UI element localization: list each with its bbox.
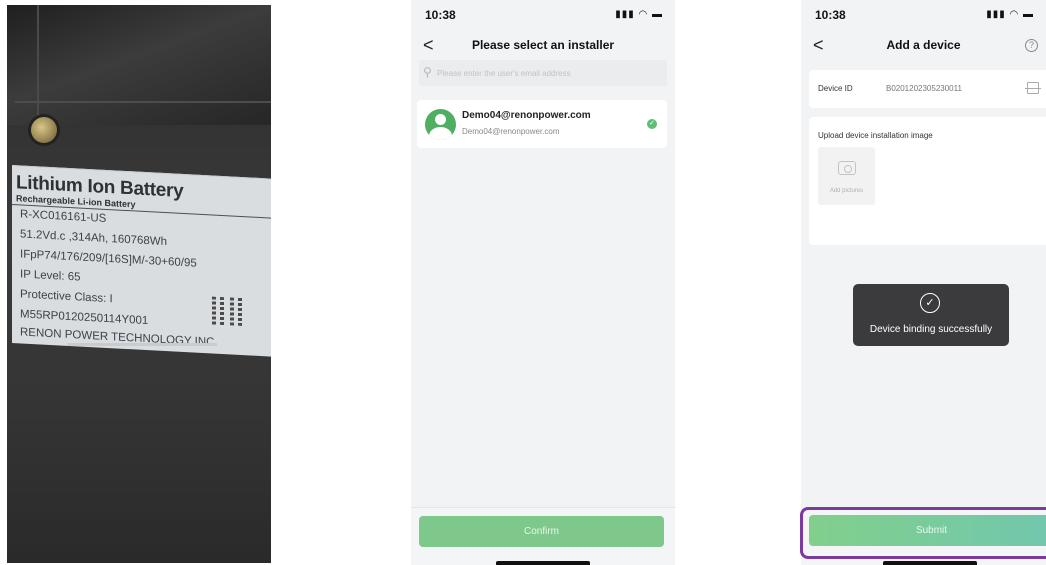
- battery-photo: Lithium Ion Battery Rechargeable Li-ion …: [7, 5, 271, 563]
- selected-check-icon: ✓: [647, 119, 657, 129]
- label-bottom-strip: [67, 343, 217, 346]
- bottom-bar: Submit: [801, 509, 1046, 565]
- status-bar: 10:38 ▮▮▮ ◠ ▬: [801, 8, 1046, 24]
- cabinet-edge: [37, 5, 39, 135]
- home-indicator: [496, 561, 590, 565]
- avatar-icon: [425, 109, 456, 140]
- success-toast: ✓ Device binding successfully: [853, 284, 1009, 346]
- cabinet-seam: [15, 101, 271, 103]
- toast-message: Device binding successfully: [869, 324, 993, 335]
- battery-label: Lithium Ion Battery Rechargeable Li-ion …: [12, 165, 271, 357]
- bottom-bar: Confirm: [411, 507, 675, 565]
- add-pictures-button[interactable]: Add pictures: [818, 147, 875, 205]
- submit-button[interactable]: Submit: [809, 515, 1046, 546]
- label-line: 51.2Vd.c ,314Ah, 160768Wh: [20, 228, 168, 249]
- upload-label: Upload device installation image: [818, 131, 933, 140]
- camera-icon: [838, 161, 856, 175]
- device-id-card: Device ID B0201202305230011: [809, 70, 1046, 108]
- status-time: 10:38: [815, 8, 846, 22]
- label-line: IFpP74/176/209/[16S]M/-30+60/95: [20, 248, 197, 270]
- screw: [31, 117, 57, 143]
- add-device-screen: 10:38 ▮▮▮ ◠ ▬ < Add a device ? Device ID…: [801, 0, 1046, 565]
- nav-bar: < Please select an installer: [411, 34, 675, 58]
- installer-list-item[interactable]: Demo04@renonpower.com Demo04@renonpower.…: [417, 100, 667, 148]
- device-id-value[interactable]: B0201202305230011: [886, 84, 962, 93]
- label-line: R-XC016161-US: [20, 208, 107, 225]
- label-line: Protective Class: I: [20, 288, 113, 306]
- check-circle-icon: ✓: [920, 293, 940, 313]
- qr-code: [212, 296, 242, 327]
- upload-card: Upload device installation image Add pic…: [809, 117, 1046, 245]
- installer-name: Demo04@renonpower.com: [462, 110, 591, 121]
- email-search-input[interactable]: [437, 64, 657, 82]
- home-indicator: [883, 561, 977, 565]
- search-icon: ⚲: [423, 65, 432, 79]
- confirm-button[interactable]: Confirm: [419, 516, 664, 547]
- status-bar: 10:38 ▮▮▮ ◠ ▬: [411, 8, 675, 24]
- search-box[interactable]: ⚲: [419, 60, 667, 86]
- label-line: IP Level: 65: [20, 268, 81, 284]
- label-line: M55RP0120250114Y001: [20, 308, 149, 328]
- installer-screen: 10:38 ▮▮▮ ◠ ▬ < Please select an install…: [411, 0, 675, 565]
- nav-bar: < Add a device ?: [801, 34, 1046, 58]
- page-title: Add a device: [886, 38, 961, 52]
- scan-icon[interactable]: [1025, 82, 1041, 94]
- add-pictures-label: Add pictures: [829, 188, 864, 194]
- status-icons: ▮▮▮ ◠ ▬: [615, 9, 663, 20]
- cabinet-top: [7, 5, 271, 125]
- status-icons: ▮▮▮ ◠ ▬: [986, 9, 1034, 20]
- help-icon[interactable]: ?: [1025, 39, 1038, 52]
- page-title: Please select an installer: [471, 38, 615, 52]
- status-time: 10:38: [425, 8, 456, 22]
- device-id-label: Device ID: [818, 84, 853, 93]
- installer-email: Demo04@renonpower.com: [462, 127, 560, 136]
